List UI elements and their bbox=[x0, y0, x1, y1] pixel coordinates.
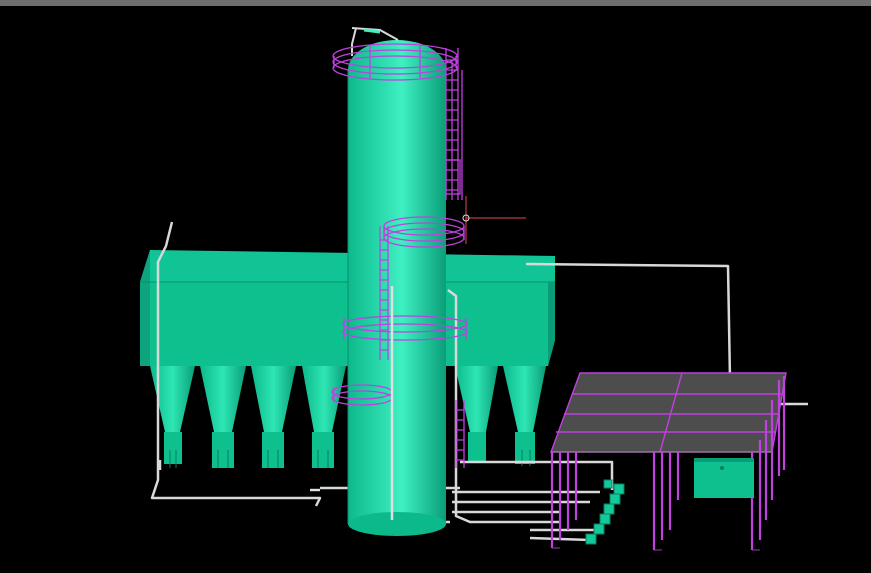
hopper-cone bbox=[503, 366, 546, 464]
hopper-cone bbox=[302, 366, 346, 468]
absorber-column bbox=[347, 40, 446, 536]
3d-model-viewport[interactable] bbox=[0, 6, 871, 573]
valve-cluster bbox=[585, 479, 625, 545]
small-tank bbox=[694, 458, 754, 498]
hopper-cone bbox=[251, 366, 296, 468]
hopper-cone bbox=[200, 366, 246, 468]
plant-model-drawing bbox=[140, 27, 808, 551]
hopper-cone bbox=[455, 366, 498, 462]
crosshair-cursor-icon bbox=[462, 196, 526, 244]
